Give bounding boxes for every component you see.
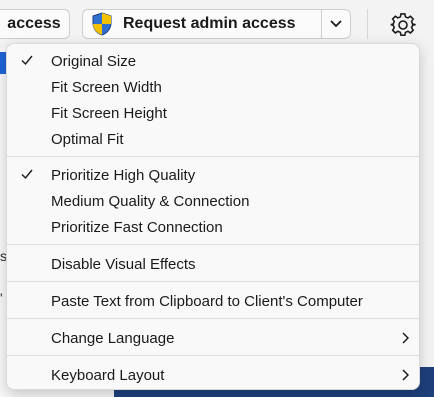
menu-item-prioritize-high-quality[interactable]: Prioritize High Quality [7, 162, 419, 188]
menu-divider [7, 156, 419, 157]
menu-item-label: Paste Text from Clipboard to Client's Co… [51, 292, 363, 310]
admin-options-dropdown-button[interactable] [321, 9, 351, 39]
gear-icon[interactable] [390, 12, 416, 38]
menu-item-original-size[interactable]: Original Size [7, 48, 419, 74]
menu-item-disable-visual-effects[interactable]: Disable Visual Effects [7, 251, 419, 277]
menu-divider [7, 355, 419, 356]
uac-shield-icon [92, 12, 112, 36]
menu-item-label: Change Language [51, 329, 175, 347]
chevron-down-icon [330, 20, 342, 28]
menu-item-optimal-fit[interactable]: Optimal Fit [7, 126, 419, 152]
display-options-menu: Original Size Fit Screen Width Fit Scree… [6, 43, 420, 390]
menu-item-label: Optimal Fit [51, 130, 124, 148]
menu-item-medium-quality[interactable]: Medium Quality & Connection [7, 188, 419, 214]
menu-item-label: Prioritize High Quality [51, 166, 196, 184]
chevron-right-icon [402, 332, 409, 344]
access-button[interactable]: access [0, 9, 70, 39]
background-text-fragment: ' [0, 290, 3, 306]
toolbar: access Request admin access [0, 0, 434, 48]
menu-item-label: Original Size [51, 52, 137, 70]
menu-item-keyboard-layout[interactable]: Keyboard Layout [7, 362, 419, 388]
menu-item-label: Fit Screen Height [51, 104, 167, 122]
menu-divider [7, 281, 419, 282]
menu-item-label: Keyboard Layout [51, 366, 165, 384]
menu-item-fit-screen-width[interactable]: Fit Screen Width [7, 74, 419, 100]
menu-divider [7, 318, 419, 319]
menu-item-label: Disable Visual Effects [51, 255, 196, 273]
request-admin-access-label: Request admin access [123, 15, 296, 32]
chevron-right-icon [402, 369, 409, 381]
request-admin-access-button[interactable]: Request admin access [82, 9, 322, 39]
menu-item-prioritize-fast-connection[interactable]: Prioritize Fast Connection [7, 214, 419, 240]
access-button-label: access [7, 15, 61, 32]
toolbar-divider [367, 9, 368, 39]
menu-item-change-language[interactable]: Change Language [7, 325, 419, 351]
menu-item-label: Fit Screen Width [51, 78, 162, 96]
menu-item-label: Medium Quality & Connection [51, 192, 250, 210]
menu-item-label: Prioritize Fast Connection [51, 218, 223, 236]
checkmark-icon [21, 169, 33, 180]
checkmark-icon [21, 55, 33, 66]
menu-item-fit-screen-height[interactable]: Fit Screen Height [7, 100, 419, 126]
menu-item-paste-text[interactable]: Paste Text from Clipboard to Client's Co… [7, 288, 419, 314]
menu-divider [7, 244, 419, 245]
